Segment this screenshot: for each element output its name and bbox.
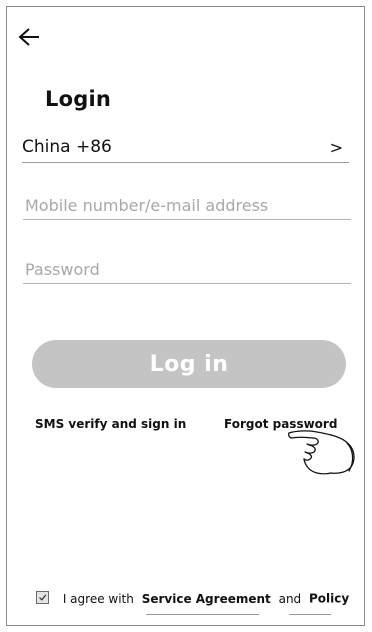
service-agreement-underline [146,614,259,615]
policy-link[interactable]: Policy [309,592,349,606]
service-agreement-link[interactable]: Service Agreement [142,592,271,606]
arrow-left-icon [18,28,39,46]
pointing-hand-icon [287,430,355,475]
check-icon [39,594,47,601]
back-button[interactable] [17,27,47,51]
login-button[interactable]: Log in [32,340,346,388]
page-title: Login [45,87,111,111]
phone-screen: Login China +86 > Log in SMS verify and … [6,6,365,626]
country-code-label: China +86 [22,137,112,157]
sms-verify-link[interactable]: SMS verify and sign in [35,417,186,431]
policy-underline [289,614,331,615]
account-input[interactable] [23,191,351,220]
agreement-conjunction: and [278,591,302,606]
agreement-prefix: I agree with [62,591,134,606]
password-input[interactable] [23,255,351,284]
country-code-selector[interactable]: China +86 > [22,134,349,163]
chevron-right-icon: > [329,138,343,157]
agreement-checkbox[interactable] [36,591,49,604]
agreement-row: I agree with Service Agreement and Polic… [36,591,349,613]
